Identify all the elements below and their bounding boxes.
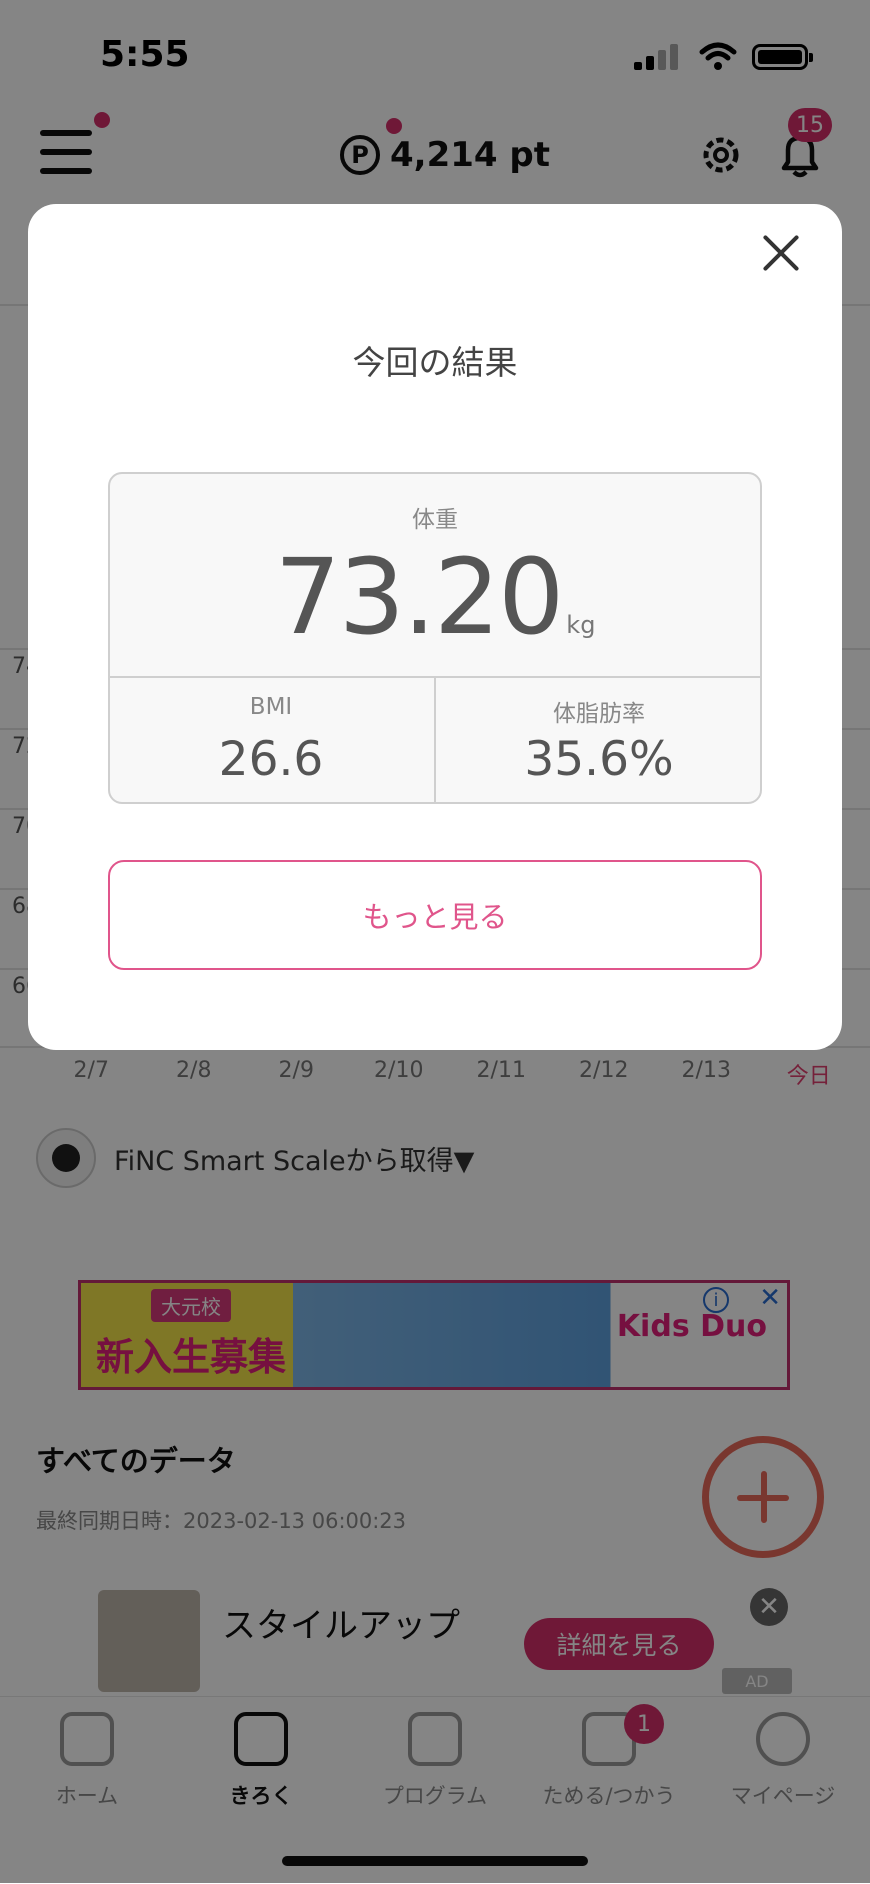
body-fat-label: 体脂肪率 [553,701,645,727]
modal-title: 今回の結果 [352,343,518,382]
body-fat-value: 35.6% [524,732,674,787]
bmi-value: 26.6 [218,732,324,787]
weight-value-row: 73.20 kg [108,536,762,658]
weight-label: 体重 [412,507,458,533]
bmi-label: BMI [249,694,293,720]
weight-value: 73.20 [274,536,565,658]
weight-unit: kg [566,611,596,639]
close-icon[interactable] [760,232,802,274]
see-more-button[interactable]: もっと見る [108,860,762,970]
